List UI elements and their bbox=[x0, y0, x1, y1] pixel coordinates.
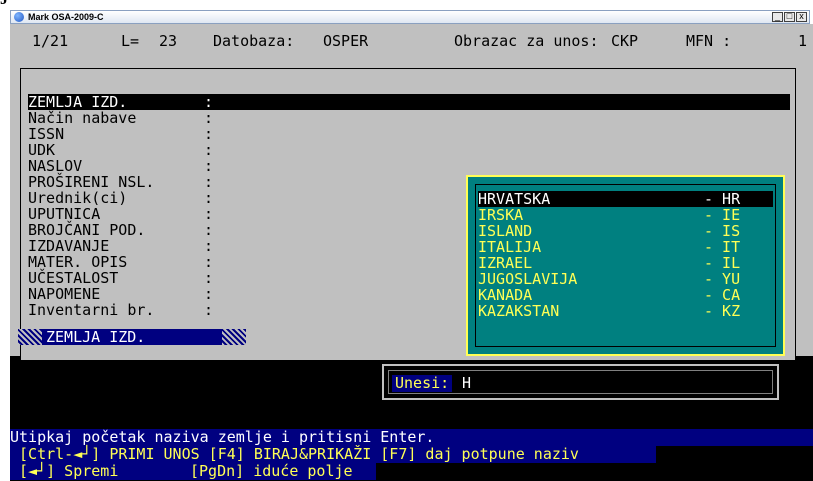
field-label: UDK bbox=[28, 141, 56, 159]
field-label: NASLOV bbox=[28, 157, 83, 175]
field-row-issn[interactable]: ISSN : bbox=[28, 125, 213, 143]
country-name: ITALIJA bbox=[478, 238, 542, 256]
country-list: HRVATSKA - HR IRSKA - IE ISLAND - IS ITA… bbox=[475, 184, 776, 347]
country-code: - IL bbox=[704, 254, 741, 272]
field-colon: : bbox=[204, 93, 214, 111]
field-colon: : bbox=[204, 253, 214, 271]
country-name: KANADA bbox=[478, 286, 533, 304]
country-code: - HR bbox=[704, 190, 741, 208]
field-row-prosireni-nsl[interactable]: PROŠIRENI NSL. : bbox=[28, 174, 213, 190]
maximize-icon[interactable]: □ bbox=[784, 12, 795, 22]
field-row-ucestalost[interactable]: UČESTALOST : bbox=[28, 270, 213, 286]
current-field-label: ZEMLJA IZD. bbox=[46, 329, 146, 345]
country-name: HRVATSKA bbox=[478, 190, 551, 208]
window-controls: _ □ x bbox=[772, 12, 807, 22]
help-instruction: Utipkaj početak naziva zemlje i pritisni… bbox=[10, 429, 813, 446]
help-hotkeys-2: [◄┘] Spremi [PgDn] iduće polje bbox=[10, 463, 376, 480]
mfn-label: MFN : bbox=[686, 32, 732, 50]
form-label: Obrazac za unos: bbox=[454, 32, 599, 50]
country-option[interactable]: ISLAND - IS bbox=[478, 223, 773, 239]
country-code: - CA bbox=[704, 286, 741, 304]
console-screen: 1/21 L= 23 Datobaza: OSPER Obrazac za un… bbox=[10, 24, 813, 481]
field-colon: : bbox=[204, 141, 214, 159]
field-row-brojcani-pod[interactable]: BROJČANI POD. : bbox=[28, 222, 213, 238]
country-option[interactable]: KANADA - CA bbox=[478, 287, 773, 303]
field-label: NAPOMENE bbox=[28, 285, 101, 303]
field-row-zemlja-izd[interactable]: ZEMLJA IZD. : bbox=[28, 94, 790, 110]
field-colon: : bbox=[204, 189, 214, 207]
field-row-mater-opis[interactable]: MATER. OPIS : bbox=[28, 254, 213, 270]
field-colon: : bbox=[204, 285, 214, 303]
country-code: - KZ bbox=[704, 302, 741, 320]
database-label: Datobaza: bbox=[213, 32, 295, 50]
length-value: 23 bbox=[159, 32, 178, 50]
field-colon: : bbox=[204, 173, 214, 191]
title-bar: Mark OSA-2009-C _ □ x bbox=[10, 10, 810, 24]
field-row-urednik[interactable]: Urednik(ci) : bbox=[28, 190, 213, 206]
status-bar: 1/21 L= 23 Datobaza: OSPER Obrazac za un… bbox=[10, 24, 813, 58]
scroll-hatch-right bbox=[222, 329, 246, 345]
app-icon bbox=[14, 12, 24, 22]
help-area: Utipkaj početak naziva zemlje i pritisni… bbox=[10, 429, 813, 481]
save-hotkey[interactable]: [◄┘] Spremi bbox=[10, 463, 118, 480]
field-row-naslov[interactable]: NASLOV : bbox=[28, 157, 213, 175]
field-label: Inventarni br. bbox=[28, 301, 155, 319]
field-label: MATER. OPIS bbox=[28, 253, 128, 271]
country-option[interactable]: ITALIJA - IT bbox=[478, 239, 773, 255]
window-title: Mark OSA-2009-C bbox=[28, 12, 104, 22]
field-row-uputnica[interactable]: UPUTNICA : bbox=[28, 205, 213, 223]
field-label: UČESTALOST bbox=[28, 269, 119, 287]
field-colon: : bbox=[204, 109, 214, 127]
record-position: 1/21 bbox=[32, 32, 69, 50]
country-name: KAZAKSTAN bbox=[478, 302, 560, 320]
field-row-nacin-nabave[interactable]: Način nabave : bbox=[28, 110, 213, 126]
country-picker-popup: HRVATSKA - HR IRSKA - IE ISLAND - IS ITA… bbox=[466, 175, 785, 356]
minimize-icon[interactable]: _ bbox=[772, 12, 783, 22]
country-code: - IS bbox=[704, 222, 741, 240]
close-icon[interactable]: x bbox=[796, 12, 807, 22]
field-label: PROŠIRENI NSL. bbox=[28, 173, 155, 191]
entry-label: Unesi: bbox=[392, 375, 453, 392]
field-row-napomene[interactable]: NAPOMENE : bbox=[28, 285, 213, 303]
country-option[interactable]: IZRAEL - IL bbox=[478, 255, 773, 271]
field-row-izdavanje[interactable]: IZDAVANJE : bbox=[28, 238, 213, 254]
field-label: Način nabave bbox=[28, 109, 137, 127]
field-colon: : bbox=[204, 205, 214, 223]
field-colon: : bbox=[204, 157, 214, 175]
field-label: ISSN bbox=[28, 125, 65, 143]
help-hotkeys: [Ctrl-◄┘] PRIMI UNOS [F4] BIRAJ&PRIKAŽI … bbox=[10, 446, 656, 463]
field-colon: : bbox=[204, 269, 214, 287]
field-row-inventarni-br[interactable]: Inventarni br. : bbox=[28, 302, 213, 318]
entry-input[interactable] bbox=[462, 375, 722, 392]
country-code: - IT bbox=[704, 238, 741, 256]
mfn-value: 1 bbox=[798, 32, 808, 50]
country-name: IRSKA bbox=[478, 206, 524, 224]
current-field-indicator: ZEMLJA IZD. bbox=[18, 329, 246, 345]
country-name: IZRAEL bbox=[478, 254, 533, 272]
field-label: IZDAVANJE bbox=[28, 237, 110, 255]
field-label: UPUTNICA bbox=[28, 205, 101, 223]
length-label: L= bbox=[121, 32, 140, 50]
country-name: ISLAND bbox=[478, 222, 533, 240]
field-colon: : bbox=[204, 237, 214, 255]
field-label: Urednik(ci) bbox=[28, 189, 128, 207]
country-option[interactable]: JUGOSLAVIJA - YU bbox=[478, 271, 773, 287]
country-option[interactable]: IRSKA - IE bbox=[478, 207, 773, 223]
field-label: ZEMLJA IZD. bbox=[28, 93, 128, 111]
country-option[interactable]: HRVATSKA - HR bbox=[478, 191, 773, 207]
country-name: JUGOSLAVIJA bbox=[478, 270, 578, 288]
field-colon: : bbox=[204, 221, 214, 239]
country-option[interactable]: KAZAKSTAN - KZ bbox=[478, 303, 773, 319]
form-value: CKP bbox=[611, 32, 639, 50]
corner-glyph: J bbox=[0, 0, 20, 8]
database-value: OSPER bbox=[323, 32, 369, 50]
country-code: - IE bbox=[704, 206, 741, 224]
field-colon: : bbox=[204, 301, 214, 319]
scroll-hatch-left bbox=[18, 329, 42, 345]
field-colon: : bbox=[204, 125, 214, 143]
field-label: BROJČANI POD. bbox=[28, 221, 146, 239]
next-field-hotkey[interactable]: [PgDn] iduće polje bbox=[190, 463, 353, 480]
country-code: - YU bbox=[704, 270, 741, 288]
field-row-udk[interactable]: UDK : bbox=[28, 141, 213, 159]
